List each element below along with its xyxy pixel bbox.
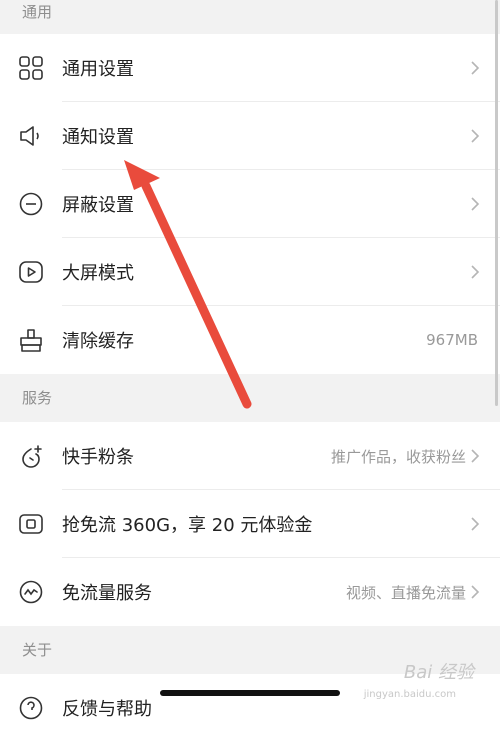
row-label: 清除缓存: [62, 331, 134, 352]
chevron-right-icon: [470, 584, 500, 600]
grid-icon: [0, 34, 62, 102]
row-label: 屏蔽设置: [62, 195, 134, 216]
fans-icon: [0, 422, 62, 490]
about-group: 反馈与帮助: [0, 674, 500, 742]
row-notification-settings[interactable]: 通知设置: [0, 102, 500, 170]
row-label: 通用设置: [62, 59, 134, 80]
row-free-data-service[interactable]: 免流量服务 视频、直播免流量: [0, 558, 500, 626]
watermark-url: jingyan.baidu.com: [363, 689, 456, 700]
row-label: 通知设置: [62, 127, 134, 148]
section-header-services: 服务: [0, 374, 500, 422]
row-block-settings[interactable]: 屏蔽设置: [0, 170, 500, 238]
row-general-settings[interactable]: 通用设置: [0, 34, 500, 102]
data-card-icon: [0, 490, 62, 558]
cache-size-value: 967MB: [426, 331, 478, 349]
row-label: 抢免流 360G，享 20 元体验金: [62, 515, 313, 536]
row-clear-cache[interactable]: 清除缓存 967MB: [0, 306, 500, 374]
speaker-icon: [0, 102, 62, 170]
row-large-screen-mode[interactable]: 大屏模式: [0, 238, 500, 306]
chevron-right-icon: [470, 448, 500, 464]
row-label: 大屏模式: [62, 263, 134, 284]
block-icon: [0, 170, 62, 238]
wave-icon: [0, 558, 62, 626]
play-screen-icon: [0, 238, 62, 306]
chevron-right-icon: [470, 516, 500, 532]
help-icon: [0, 674, 62, 742]
row-value: 推广作品，收获粉丝: [330, 447, 466, 466]
row-label: 快手粉条: [62, 447, 134, 468]
section-header-general: 通用: [0, 0, 500, 34]
row-value: 视频、直播免流量: [345, 583, 466, 602]
home-indicator[interactable]: [160, 690, 340, 696]
watermark-logo: Bai 经验: [403, 662, 474, 683]
row-kuaishou-fans[interactable]: 快手粉条 推广作品，收获粉丝: [0, 422, 500, 490]
broom-icon: [0, 306, 62, 374]
row-free-data-offer[interactable]: 抢免流 360G，享 20 元体验金: [0, 490, 500, 558]
row-label: 免流量服务: [62, 583, 152, 604]
scrollbar[interactable]: [495, 0, 498, 406]
general-group: 通用设置 通知设置 屏蔽设置 大屏模式 清除缓存 967MB: [0, 34, 500, 374]
services-group: 快手粉条 推广作品，收获粉丝 抢免流 360G，享 20 元体验金 免流量服务 …: [0, 422, 500, 626]
row-feedback-help[interactable]: 反馈与帮助: [0, 674, 500, 742]
